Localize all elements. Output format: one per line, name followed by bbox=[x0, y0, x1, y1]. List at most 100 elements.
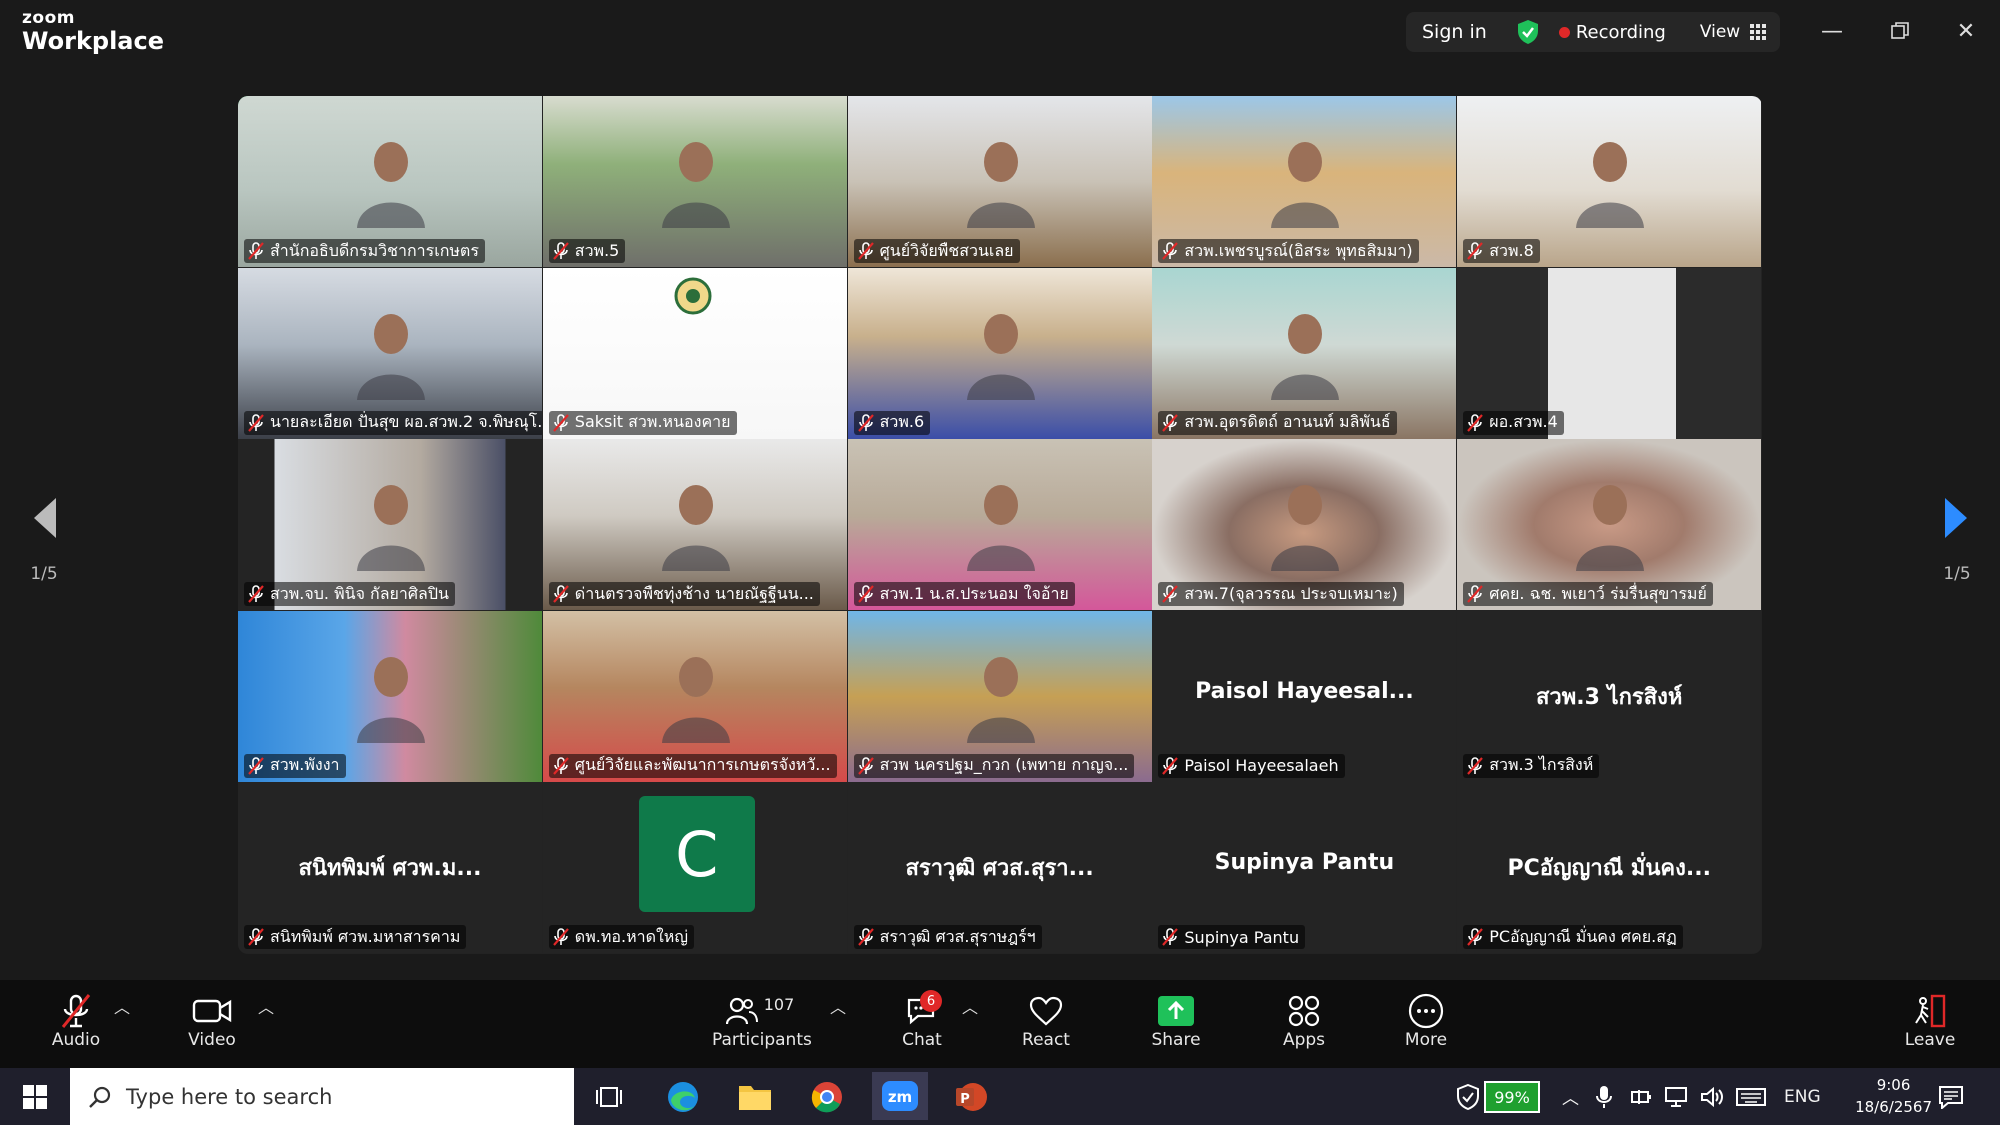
tray-chevron-up-icon[interactable]: ︿ bbox=[1562, 1068, 1579, 1125]
participant-silhouette bbox=[1572, 479, 1648, 572]
notifications-icon[interactable] bbox=[1938, 1068, 1964, 1125]
participant-tile[interactable]: ศูนย์วิจัยพืชสวนเลย bbox=[847, 96, 1152, 267]
participant-tile[interactable]: สวพ.5 bbox=[542, 96, 847, 267]
apps-button[interactable]: Apps bbox=[1272, 992, 1336, 1050]
react-button[interactable]: React bbox=[1014, 992, 1078, 1050]
chrome-browser-icon[interactable] bbox=[806, 1076, 848, 1118]
mic-muted-icon bbox=[1467, 413, 1484, 432]
participant-silhouette bbox=[658, 136, 734, 228]
zoom-taskbar-icon[interactable]: zm bbox=[872, 1072, 928, 1120]
participant-tile[interactable]: สวพ.3 ไกรสิงห์ สวพ.3 ไกรสิงห์ bbox=[1457, 610, 1762, 782]
taskbar-search-box[interactable]: Type here to search bbox=[70, 1068, 574, 1125]
leave-label: Leave bbox=[1904, 1030, 1956, 1050]
participant-name-label: สวพ.จบ. พินิจ กัลยาศิลปิน bbox=[244, 582, 455, 607]
chat-icon: 6 bbox=[890, 990, 954, 1030]
participant-name: Paisol Hayeesalaeh bbox=[1184, 756, 1339, 776]
participant-tile[interactable]: PCอัญญาณี มั่นคง... PCอัญญาณี มั่นคง ศคย.… bbox=[1457, 782, 1762, 954]
view-button[interactable]: View bbox=[1700, 22, 1740, 42]
participant-tile[interactable]: C ดพ.ทอ.หาดใหญ่ bbox=[542, 782, 847, 954]
recording-indicator[interactable]: Recording bbox=[1576, 22, 1666, 43]
participant-tile[interactable]: สวพ นครปฐม_กวก (เพทาย กาญจ... bbox=[847, 610, 1152, 782]
battery-indicator[interactable]: 99% bbox=[1484, 1081, 1540, 1113]
mic-muted-icon bbox=[1467, 928, 1484, 947]
minimize-icon[interactable]: — bbox=[1812, 14, 1852, 48]
participant-tile[interactable]: นายละเอียด ปั่นสุข ผอ.สวพ.2 จ.พิษณุโ... bbox=[238, 267, 542, 439]
participant-tile[interactable]: ผอ.สวพ.4 bbox=[1457, 267, 1762, 439]
defender-icon[interactable] bbox=[1456, 1068, 1480, 1125]
audio-options-chevron-icon[interactable]: ︿ bbox=[114, 994, 130, 1018]
keyboard-tray-icon[interactable] bbox=[1736, 1068, 1766, 1125]
prev-page[interactable]: 1/5 bbox=[14, 496, 74, 584]
participant-tile[interactable]: สำนักอธิบดีกรมวิชาการเกษตร bbox=[238, 96, 542, 267]
close-icon[interactable]: ✕ bbox=[1946, 14, 1986, 48]
arrow-left-icon[interactable] bbox=[14, 496, 74, 550]
mic-muted-icon bbox=[248, 585, 264, 603]
participant-tile[interactable]: สวพ.8 bbox=[1457, 96, 1762, 267]
participant-name: สวพ.เพชรบูรณ์(อิสระ พุทธสิมมา) bbox=[1184, 240, 1413, 260]
participant-tile[interactable]: สวพ.อุตรดิตถ์ อานนท์ มลิพันธ์ bbox=[1152, 267, 1457, 439]
restore-icon[interactable] bbox=[1880, 14, 1920, 48]
participant-tile[interactable]: สวพ.6 bbox=[847, 267, 1152, 439]
participant-name: PCอัญญาณี มั่นคง ศคย.สฏ bbox=[1489, 926, 1677, 946]
mic-muted-icon bbox=[1162, 413, 1179, 432]
audio-button[interactable]: Audio bbox=[44, 992, 108, 1050]
mic-muted-icon bbox=[1467, 242, 1484, 260]
mic-muted-icon bbox=[248, 413, 264, 432]
participant-name: สนิทพิมพ์ ศวพ.มหาสารคาม bbox=[270, 926, 461, 946]
participant-name-label: สวพ.6 bbox=[853, 410, 931, 435]
participant-tile[interactable]: สวพ.จบ. พินิจ กัลยาศิลปิน bbox=[238, 439, 542, 611]
participant-name-label: ดพ.ทอ.หาดใหญ่ bbox=[548, 925, 694, 950]
logo-workplace-text: Workplace bbox=[22, 27, 165, 55]
arrow-right-icon[interactable] bbox=[1927, 496, 1987, 550]
input-language[interactable]: ENG bbox=[1784, 1068, 1821, 1125]
volume-tray-icon[interactable] bbox=[1700, 1068, 1724, 1125]
participant-tile[interactable]: สวพ.1 น.ส.ประนอม ใจอ้าย bbox=[847, 439, 1152, 611]
file-explorer-icon[interactable] bbox=[734, 1076, 776, 1118]
taskbar-clock[interactable]: 9:06 18/6/2567 bbox=[1855, 1074, 1932, 1118]
windows-taskbar: Type here to search zm P 99% ︿ ENG 9:06 … bbox=[0, 1068, 2000, 1125]
sign-in-button[interactable]: Sign in bbox=[1422, 21, 1487, 43]
participant-tile[interactable]: สวพ.พังงา bbox=[238, 610, 542, 782]
share-button[interactable]: Share bbox=[1144, 992, 1208, 1050]
participants-button[interactable]: 107 Participants bbox=[712, 992, 812, 1051]
participant-tile[interactable]: สวพ.7(จุลวรรณ ประจบเหมาะ) bbox=[1152, 439, 1457, 611]
participant-tile[interactable]: ศูนย์วิจัยและพัฒนาการเกษตรจังหวั... bbox=[542, 610, 847, 782]
participant-tile[interactable]: สวพ.เพชรบูรณ์(อิสระ พุทธสิมมา) bbox=[1152, 96, 1457, 267]
participant-name-label: สวพ.พังงา bbox=[244, 753, 346, 778]
more-button[interactable]: More bbox=[1394, 992, 1458, 1050]
participant-tile[interactable]: สราวุฒิ ศวส.สุรา... สราวุฒิ ศวส.สุราษฎร์ฯ bbox=[847, 782, 1152, 954]
mic-muted-icon bbox=[857, 585, 874, 603]
edge-browser-icon[interactable] bbox=[662, 1076, 704, 1118]
participant-name-label: ศูนย์วิจัยและพัฒนาการเกษตรจังหวั... bbox=[548, 753, 837, 778]
participants-options-chevron-icon[interactable]: ︿ bbox=[830, 994, 846, 1018]
grid-view-icon[interactable] bbox=[1750, 24, 1767, 40]
participant-tile[interactable]: ด่านตรวจพืชทุ่งช้าง นายณัฐฐีนน... bbox=[542, 439, 847, 611]
video-button[interactable]: Video bbox=[180, 992, 244, 1050]
windows-start-icon[interactable] bbox=[14, 1076, 56, 1118]
participant-display-name: Paisol Hayeesal... bbox=[1195, 678, 1414, 704]
powerpoint-icon[interactable]: P bbox=[950, 1076, 992, 1118]
participant-name: สวพ.จบ. พินิจ กัลยาศิลปิน bbox=[270, 583, 449, 603]
leave-door-icon bbox=[1898, 992, 1962, 1030]
participant-name-label: ศูนย์วิจัยพืชสวนเลย bbox=[853, 239, 1020, 263]
security-shield-icon[interactable] bbox=[1515, 18, 1541, 46]
task-view-icon[interactable] bbox=[588, 1076, 630, 1118]
participant-name-label: ผอ.สวพ.4 bbox=[1463, 410, 1564, 435]
microphone-tray-icon[interactable] bbox=[1596, 1068, 1612, 1125]
next-page[interactable]: 1/5 bbox=[1927, 496, 1987, 584]
participant-tile[interactable]: Paisol Hayeesal... Paisol Hayeesalaeh bbox=[1152, 610, 1457, 782]
leave-button[interactable]: Leave bbox=[1898, 992, 1962, 1050]
video-options-chevron-icon[interactable]: ︿ bbox=[258, 994, 274, 1018]
chat-options-chevron-icon[interactable]: ︿ bbox=[962, 994, 978, 1018]
chat-label: Chat bbox=[902, 1030, 942, 1050]
chat-button[interactable]: 6 Chat bbox=[890, 990, 954, 1050]
participant-tile[interactable]: Supinya Pantu Supinya Pantu bbox=[1152, 782, 1457, 954]
participant-tile[interactable]: สนิทพิมพ์ ศวพ.ม... สนิทพิมพ์ ศวพ.มหาสารคา… bbox=[238, 782, 542, 954]
power-tray-icon[interactable] bbox=[1630, 1068, 1652, 1125]
svg-text:zm: zm bbox=[888, 1088, 912, 1106]
participant-tile[interactable]: ศคย. ฉช. พเยาว์ ร่มรื่นสุขารมย์ bbox=[1457, 439, 1762, 611]
participant-tile[interactable]: Saksit สวพ.หนองคาย bbox=[542, 267, 847, 439]
participant-display-name: สราวุฒิ ศวส.สุรา... bbox=[905, 856, 1094, 882]
network-tray-icon[interactable] bbox=[1664, 1068, 1688, 1125]
participant-silhouette bbox=[353, 479, 429, 572]
